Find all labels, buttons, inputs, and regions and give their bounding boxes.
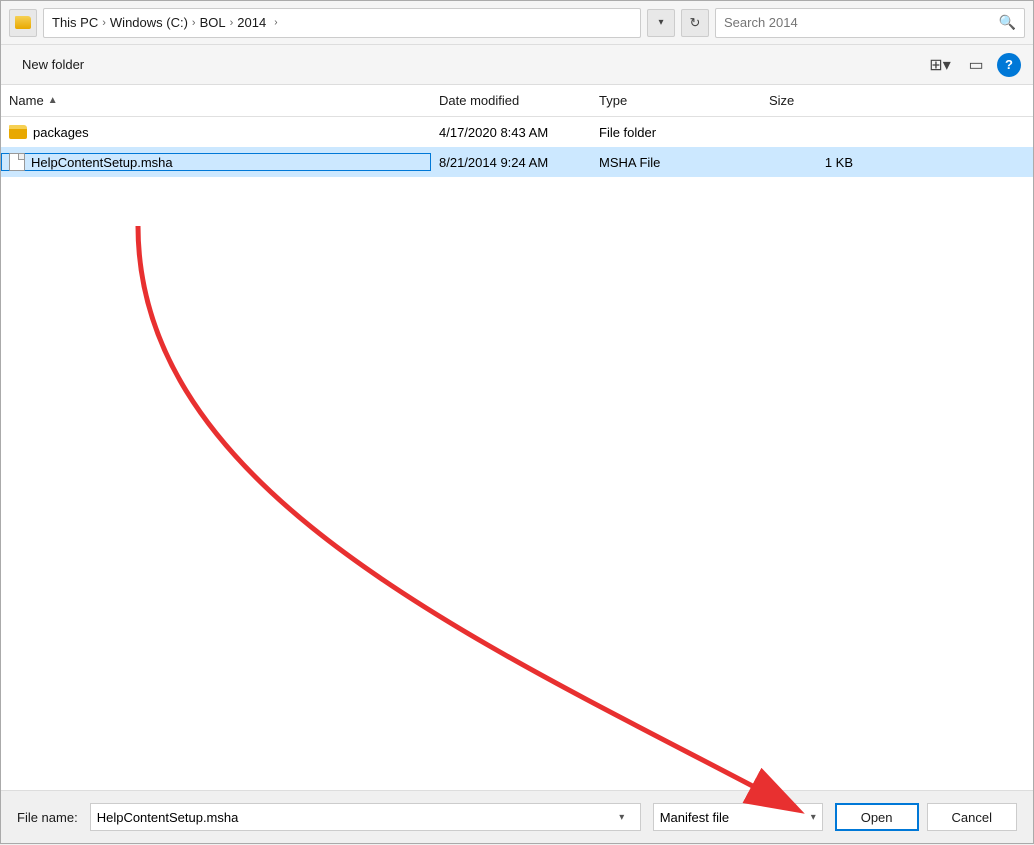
breadcrumb-item-bol[interactable]: BOL [200, 15, 226, 30]
file-date-packages: 4/17/2020 8:43 AM [431, 125, 591, 140]
file-icon [9, 153, 25, 171]
file-date-helpcontent: 8/21/2014 9:24 AM [431, 155, 591, 170]
search-icon: 🔍 [999, 14, 1016, 31]
col-type[interactable]: Type [591, 89, 761, 112]
filetype-arrow-icon: ▾ [811, 812, 816, 823]
table-row[interactable]: packages 4/17/2020 8:43 AM File folder [1, 117, 1033, 147]
filename-dropdown-button[interactable]: ▾ [610, 804, 634, 830]
breadcrumb-item-2014[interactable]: 2014 [237, 15, 266, 30]
thispc-label: This PC [52, 15, 98, 30]
filename-input-wrap[interactable]: ▾ [90, 803, 641, 831]
col-name[interactable]: Name ▲ [1, 89, 431, 112]
folder-icon [9, 125, 27, 139]
breadcrumb-sep-2: › [192, 17, 196, 29]
refresh-button[interactable]: ↻ [681, 9, 709, 37]
help-button[interactable]: ? [997, 53, 1021, 77]
action-buttons: Open Cancel [835, 803, 1017, 831]
year-label: 2014 [237, 15, 266, 30]
sort-arrow-name: ▲ [48, 95, 58, 106]
dropdown-button[interactable]: ▾ [647, 9, 675, 37]
preview-button[interactable]: ▭ [961, 51, 991, 79]
breadcrumb-sep-1: › [102, 17, 106, 29]
drive-label: Windows (C:) [110, 15, 188, 30]
sort-options-button[interactable]: ⊞▾ [925, 51, 955, 79]
column-headers: Name ▲ Date modified Type Size [1, 85, 1033, 117]
new-folder-label: New folder [22, 57, 84, 72]
file-type-packages: File folder [591, 125, 761, 140]
open-button[interactable]: Open [835, 803, 919, 831]
file-name-packages[interactable]: packages [1, 125, 431, 140]
breadcrumb-item-thispc[interactable]: This PC [52, 15, 98, 30]
bottom-bar: File name: ▾ Manifest file ▾ Open Cancel [1, 790, 1033, 843]
filetype-select[interactable]: Manifest file ▾ [653, 803, 823, 831]
file-name-helpcontent[interactable]: HelpContentSetup.msha [1, 153, 431, 171]
new-folder-button[interactable]: New folder [13, 52, 93, 77]
table-row[interactable]: HelpContentSetup.msha 8/21/2014 9:24 AM … [1, 147, 1033, 177]
breadcrumb-expand-button[interactable]: › [270, 15, 281, 30]
toolbar: New folder ⊞▾ ▭ ? [1, 45, 1033, 85]
col-date-modified[interactable]: Date modified [431, 89, 591, 112]
breadcrumb[interactable]: This PC › Windows (C:) › BOL › 2014 › [43, 8, 641, 38]
filename-input[interactable] [97, 810, 610, 825]
filetype-label: Manifest file [660, 810, 811, 825]
breadcrumb-item-drive[interactable]: Windows (C:) [110, 15, 188, 30]
folder-icon-small [15, 16, 31, 29]
breadcrumb-sep-3: › [230, 17, 234, 29]
address-bar: This PC › Windows (C:) › BOL › 2014 › ▾ … [1, 1, 1033, 45]
file-list: packages 4/17/2020 8:43 AM File folder H… [1, 117, 1033, 790]
bol-label: BOL [200, 15, 226, 30]
file-type-helpcontent: MSHA File [591, 155, 761, 170]
back-recent-button[interactable] [9, 9, 37, 37]
col-size[interactable]: Size [761, 89, 861, 112]
filename-label: File name: [17, 810, 78, 825]
file-size-helpcontent: 1 KB [761, 155, 861, 170]
search-input[interactable] [724, 15, 999, 30]
cancel-button[interactable]: Cancel [927, 803, 1017, 831]
help-icon: ? [1005, 57, 1013, 72]
search-box[interactable]: 🔍 [715, 8, 1025, 38]
